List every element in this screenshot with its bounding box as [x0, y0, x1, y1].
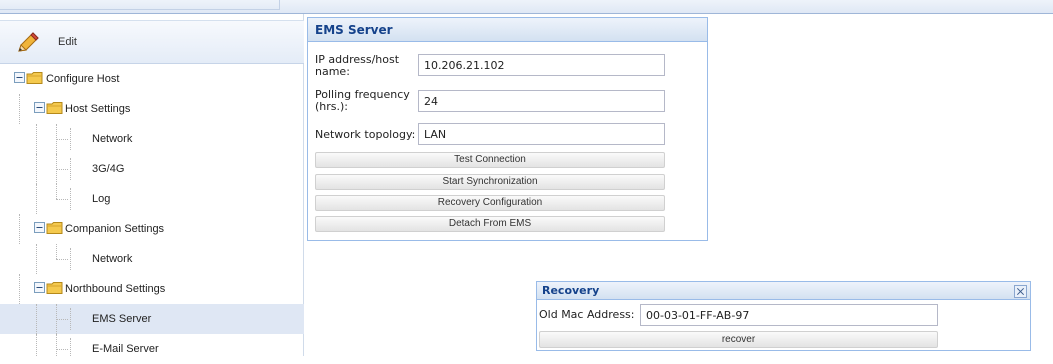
minus-box-icon[interactable] — [14, 72, 25, 83]
ems-server-panel: EMS Server IP address/host name: Polling… — [307, 17, 708, 241]
old-mac-address-input[interactable] — [640, 304, 938, 326]
tree-item-label: Companion Settings — [65, 223, 165, 235]
tree-item-label: Host Settings — [65, 103, 131, 115]
tab-strip-edge — [0, 0, 280, 10]
recovery-dialog-title: Recovery — [537, 282, 1030, 300]
folder-icon — [46, 102, 63, 114]
network-topology-label: Network topology: — [315, 128, 416, 141]
tree-item-companion-network[interactable]: Network — [0, 244, 304, 274]
tree-item-ems-server[interactable]: EMS Server — [0, 304, 304, 334]
ems-panel-title: EMS Server — [308, 18, 707, 42]
recovery-configuration-button[interactable]: Recovery Configuration — [315, 195, 665, 211]
tree-item-northbound-settings[interactable]: Northbound Settings — [0, 274, 304, 304]
tree-item-configure-host[interactable]: Configure Host — [0, 64, 304, 94]
tree-item-label: E-Mail Server — [92, 343, 159, 355]
start-synchronization-button[interactable]: Start Synchronization — [315, 174, 665, 190]
minus-box-icon[interactable] — [34, 282, 45, 293]
ip-address-label: IP address/host name: — [315, 53, 400, 78]
old-mac-address-label: Old Mac Address: — [539, 308, 635, 321]
minus-box-icon[interactable] — [34, 102, 45, 113]
tree-item-companion-settings[interactable]: Companion Settings — [0, 214, 304, 244]
tree-item-label: Configure Host — [46, 73, 120, 85]
tree-item-label: Network — [92, 253, 133, 265]
tree-item-3g4g[interactable]: 3G/4G — [0, 154, 304, 184]
ip-address-input[interactable] — [418, 54, 665, 76]
pencil-icon — [18, 32, 39, 52]
folder-icon — [46, 222, 63, 234]
tree-item-label: Network — [92, 133, 133, 145]
tree-item-label: Northbound Settings — [65, 283, 166, 295]
polling-frequency-label: Polling frequency (hrs.): — [315, 88, 410, 113]
minus-box-icon[interactable] — [34, 222, 45, 233]
edit-label: Edit — [58, 36, 77, 48]
top-toolbar-strip — [0, 0, 1053, 14]
navigation-tree-panel: Edit Configure Host Host Settings Networ… — [0, 14, 304, 356]
folder-icon — [26, 72, 43, 84]
edit-button[interactable]: Edit — [0, 20, 304, 64]
tree-item-host-settings[interactable]: Host Settings — [0, 94, 304, 124]
recover-button[interactable]: recover — [539, 331, 938, 348]
detach-from-ems-button[interactable]: Detach From EMS — [315, 216, 665, 232]
tree-item-host-network[interactable]: Network — [0, 124, 304, 154]
network-topology-input[interactable] — [418, 123, 665, 145]
tree-item-email-server[interactable]: E-Mail Server — [0, 334, 304, 364]
folder-icon — [46, 282, 63, 294]
tree-item-label: EMS Server — [92, 313, 152, 325]
tree-item-label: 3G/4G — [92, 163, 125, 175]
polling-frequency-input[interactable] — [418, 90, 665, 112]
recovery-dialog: Recovery Old Mac Address: recover — [536, 281, 1031, 351]
test-connection-button[interactable]: Test Connection — [315, 152, 665, 168]
close-icon[interactable] — [1014, 285, 1027, 298]
tree-item-log[interactable]: Log — [0, 184, 304, 214]
tree-item-label: Log — [92, 193, 111, 205]
